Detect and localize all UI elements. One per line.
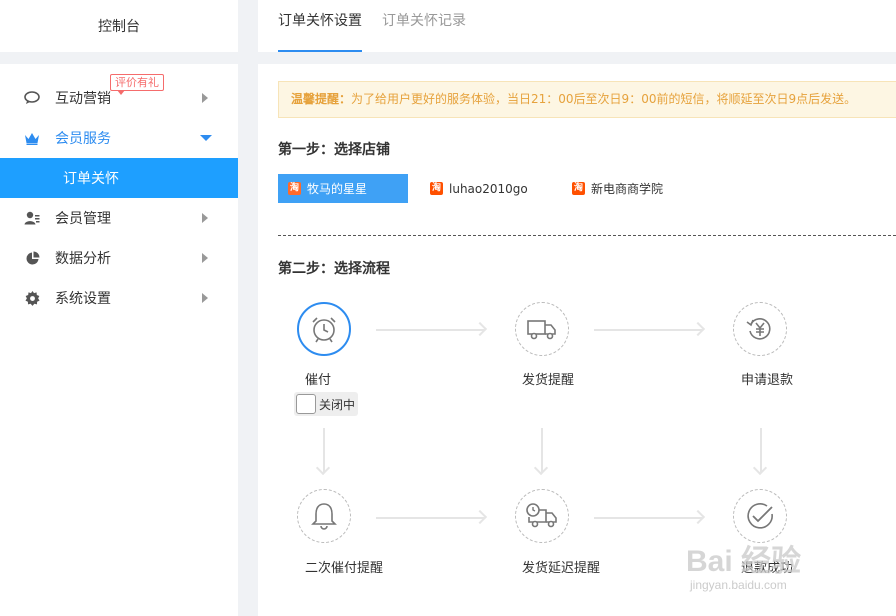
section-divider bbox=[278, 235, 896, 236]
shop-name: 牧马的星星 bbox=[307, 182, 368, 196]
sidebar-item-system-settings[interactable]: 系统设置 bbox=[0, 278, 238, 318]
flow-arrow-right bbox=[376, 517, 484, 519]
flow-node-label: 二次催付提醒 bbox=[305, 561, 384, 576]
tab-order-care-settings[interactable]: 订单关怀设置 bbox=[278, 0, 362, 52]
flow-node-label: 发货延迟提醒 bbox=[522, 561, 601, 576]
flow-arrow-right bbox=[594, 329, 702, 331]
flow-node-second-payment-reminder[interactable] bbox=[297, 489, 351, 543]
chevron-right-icon bbox=[202, 213, 208, 223]
taobao-icon: 淘 bbox=[430, 182, 443, 195]
sidebar: 控制台 互动营销 评价有礼 会员服务 订单关怀 会员管理 数据分析 系统设置 bbox=[0, 0, 238, 616]
notice-banner: 温馨提醒：为了给用户更好的服务体验，当日21：00后至次日9：00前的短信，将顺… bbox=[278, 81, 896, 118]
notice-text: 为了给用户更好的服务体验，当日21：00后至次日9：00前的短信，将顺延至次日9… bbox=[351, 92, 857, 106]
gear-icon bbox=[24, 290, 40, 306]
sidebar-item-order-care[interactable]: 订单关怀 bbox=[0, 158, 238, 198]
alarm-clock-icon bbox=[312, 317, 336, 343]
sidebar-item-label: 互动营销 bbox=[55, 91, 111, 107]
tab-bar: 订单关怀设置 订单关怀记录 bbox=[258, 0, 896, 52]
watermark-logo: Bai 经验 bbox=[686, 545, 802, 578]
flow-node-shipping-reminder[interactable] bbox=[515, 302, 569, 356]
flow-node-refund-success[interactable] bbox=[733, 489, 787, 543]
flow-arrow-down bbox=[541, 428, 543, 472]
chevron-down-icon bbox=[200, 135, 212, 141]
flow-arrow-right bbox=[594, 517, 702, 519]
console-title-text: 控制台 bbox=[98, 19, 140, 35]
sidebar-item-interactive-marketing[interactable]: 互动营销 评价有礼 bbox=[0, 74, 238, 118]
flow-node-shipping-delay-reminder[interactable] bbox=[515, 489, 569, 543]
flow-node-label: 发货提醒 bbox=[522, 373, 575, 388]
delayed-truck-icon bbox=[526, 503, 557, 528]
shop-option-selected[interactable]: 淘 牧马的星星 bbox=[278, 174, 408, 203]
sidebar-item-member-manage[interactable]: 会员管理 bbox=[0, 198, 238, 238]
delivery-truck-icon bbox=[527, 320, 556, 340]
sidebar-item-label: 会员管理 bbox=[55, 211, 111, 227]
chevron-right-icon bbox=[202, 253, 208, 263]
flow-node-payment-reminder[interactable] bbox=[297, 302, 351, 356]
sidebar-item-label: 数据分析 bbox=[55, 251, 111, 267]
sidebar-menu: 互动营销 评价有礼 会员服务 订单关怀 会员管理 数据分析 系统设置 bbox=[0, 64, 238, 616]
user-manage-icon bbox=[24, 210, 40, 226]
crown-icon bbox=[24, 130, 40, 146]
chevron-right-icon bbox=[202, 93, 208, 103]
taobao-icon: 淘 bbox=[288, 182, 301, 195]
bell-icon bbox=[311, 503, 337, 530]
shop-option[interactable]: 淘 新电商商学院 bbox=[572, 174, 663, 203]
shop-option[interactable]: 淘 luhao2010go bbox=[430, 174, 528, 203]
notice-prefix: 温馨提醒： bbox=[291, 92, 352, 106]
step1-title: 第一步：选择店铺 bbox=[278, 142, 390, 158]
chat-bubble-icon bbox=[24, 90, 40, 106]
flow-arrow-down bbox=[760, 428, 762, 472]
check-circle-icon bbox=[747, 503, 773, 529]
watermark-url: jingyan.baidu.com bbox=[690, 578, 787, 592]
flow-arrow-right bbox=[376, 329, 484, 331]
sidebar-item-label: 会员服务 bbox=[55, 131, 111, 147]
promo-badge: 评价有礼 bbox=[110, 74, 164, 95]
flow-node-label: 催付 bbox=[305, 373, 332, 388]
step2-title: 第二步：选择流程 bbox=[278, 261, 390, 277]
tab-order-care-records[interactable]: 订单关怀记录 bbox=[382, 0, 466, 52]
sidebar-item-data-analysis[interactable]: 数据分析 bbox=[0, 238, 238, 278]
main-content: 温馨提醒：为了给用户更好的服务体验，当日21：00后至次日9：00前的短信，将顺… bbox=[258, 64, 896, 616]
flow-node-label: 申请退款 bbox=[741, 373, 794, 388]
shop-name: 新电商商学院 bbox=[591, 182, 664, 196]
flow-arrow-down bbox=[323, 428, 325, 472]
sidebar-item-label: 系统设置 bbox=[55, 291, 111, 307]
toggle-knob bbox=[296, 394, 316, 414]
taobao-icon: 淘 bbox=[572, 182, 585, 195]
pie-chart-icon bbox=[24, 250, 40, 266]
sidebar-item-label: 订单关怀 bbox=[63, 171, 119, 187]
chevron-right-icon bbox=[202, 293, 208, 303]
payment-reminder-toggle[interactable]: 关闭中 bbox=[294, 392, 358, 416]
console-title[interactable]: 控制台 bbox=[0, 0, 238, 52]
toggle-label: 关闭中 bbox=[319, 397, 356, 412]
refund-icon bbox=[746, 318, 771, 340]
shop-name: luhao2010go bbox=[449, 181, 528, 196]
sidebar-item-member-service[interactable]: 会员服务 bbox=[0, 118, 238, 158]
flow-node-refund-request[interactable] bbox=[733, 302, 787, 356]
